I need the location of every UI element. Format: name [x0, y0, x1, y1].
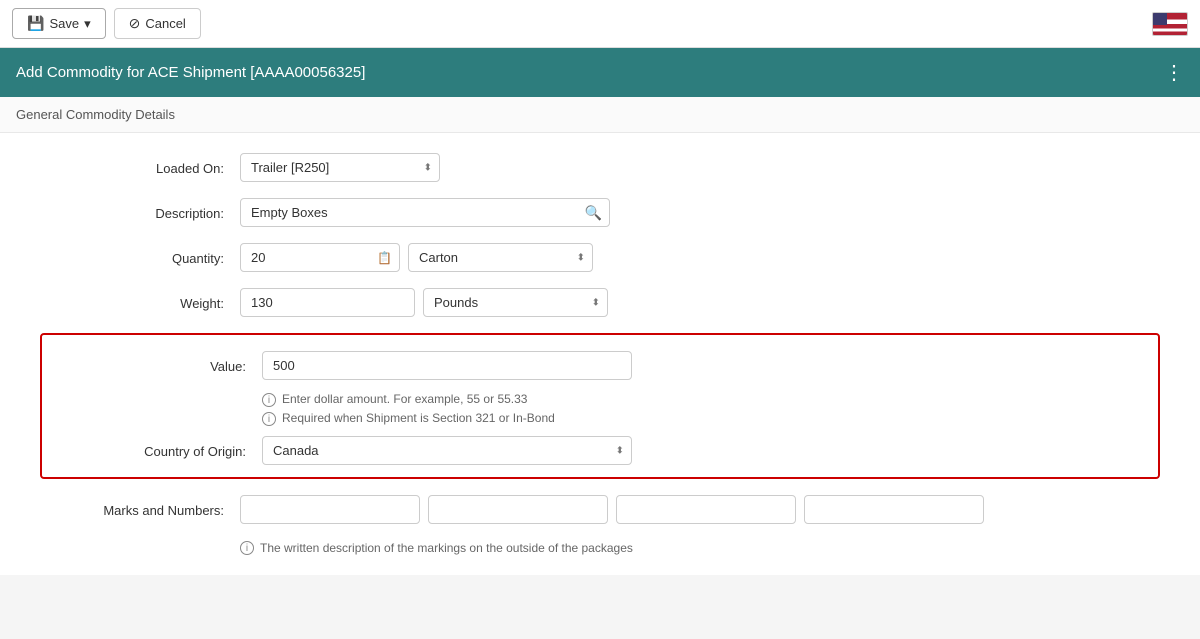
quantity-row: Quantity: 📋 Carton Box Pallet Kilogram ⬍	[0, 243, 1200, 272]
value-controls	[262, 351, 862, 380]
marks-input-1[interactable]	[240, 495, 420, 524]
weight-controls: Pounds Kilograms ⬍	[240, 288, 840, 317]
description-label: Description:	[40, 198, 240, 221]
weight-unit-wrap: Pounds Kilograms ⬍	[423, 288, 608, 317]
weight-label: Weight:	[40, 288, 240, 311]
country-row: Country of Origin: Canada United States …	[42, 436, 1158, 465]
description-wrap: 🔍	[240, 198, 610, 227]
description-controls: 🔍	[240, 198, 840, 227]
country-select[interactable]: Canada United States Mexico China	[262, 436, 632, 465]
marks-hint-icon: i	[240, 541, 254, 555]
value-input[interactable]	[262, 351, 632, 380]
value-hint2-row: i Required when Shipment is Section 321 …	[242, 411, 1158, 426]
flag-us	[1152, 12, 1188, 36]
form-area: Loaded On: Trailer [R250] Container Rail…	[0, 133, 1200, 575]
page-header: Add Commodity for ACE Shipment [AAAA0005…	[0, 48, 1200, 97]
save-icon: 💾	[27, 15, 44, 32]
marks-input-4[interactable]	[804, 495, 984, 524]
loaded-on-row: Loaded On: Trailer [R250] Container Rail…	[0, 153, 1200, 182]
value-row: Value:	[42, 351, 1158, 380]
value-hint1-text: Enter dollar amount. For example, 55 or …	[282, 392, 527, 406]
country-select-wrap: Canada United States Mexico China ⬍	[262, 436, 632, 465]
quantity-input[interactable]	[240, 243, 400, 272]
toolbar: 💾 Save ▾ ⊘ Cancel	[0, 0, 1200, 48]
marks-controls	[240, 495, 840, 524]
value-hint2-icon: i	[262, 412, 276, 426]
marks-hint-row: i The written description of the marking…	[200, 540, 1200, 555]
description-input[interactable]	[240, 198, 610, 227]
page-title: Add Commodity for ACE Shipment [AAAA0005…	[16, 64, 365, 81]
quantity-input-wrap: 📋	[240, 243, 400, 272]
cancel-icon: ⊘	[129, 15, 141, 32]
marks-input-3[interactable]	[616, 495, 796, 524]
loaded-on-label: Loaded On:	[40, 153, 240, 176]
quantity-unit-wrap: Carton Box Pallet Kilogram ⬍	[408, 243, 593, 272]
more-menu-icon[interactable]: ⋮	[1164, 60, 1184, 85]
description-row: Description: 🔍	[0, 198, 1200, 227]
cancel-button[interactable]: ⊘ Cancel	[114, 8, 201, 39]
save-label: Save	[49, 16, 79, 31]
save-chevron: ▾	[84, 16, 91, 32]
weight-unit-select[interactable]: Pounds Kilograms	[423, 288, 608, 317]
loaded-on-select-wrap: Trailer [R250] Container Rail Car ⬍	[240, 153, 440, 182]
marks-row: Marks and Numbers:	[0, 495, 1200, 524]
toolbar-actions: 💾 Save ▾ ⊘ Cancel	[12, 8, 201, 39]
section-title: General Commodity Details	[0, 97, 1200, 133]
save-button[interactable]: 💾 Save ▾	[12, 8, 106, 39]
loaded-on-controls: Trailer [R250] Container Rail Car ⬍	[240, 153, 840, 182]
marks-hint-text: The written description of the markings …	[260, 541, 633, 555]
country-label: Country of Origin:	[62, 436, 262, 459]
weight-row: Weight: Pounds Kilograms ⬍	[0, 288, 1200, 317]
value-label: Value:	[62, 351, 262, 374]
value-hint2-text: Required when Shipment is Section 321 or…	[282, 411, 555, 425]
weight-input[interactable]	[240, 288, 415, 317]
highlighted-section: Value: i Enter dollar amount. For exampl…	[40, 333, 1160, 479]
marks-input-2[interactable]	[428, 495, 608, 524]
country-controls: Canada United States Mexico China ⬍	[262, 436, 862, 465]
value-hint1-icon: i	[262, 393, 276, 407]
quantity-label: Quantity:	[40, 243, 240, 266]
quantity-controls: 📋 Carton Box Pallet Kilogram ⬍	[240, 243, 840, 272]
marks-label: Marks and Numbers:	[40, 495, 240, 518]
quantity-unit-select[interactable]: Carton Box Pallet Kilogram	[408, 243, 593, 272]
loaded-on-select[interactable]: Trailer [R250] Container Rail Car	[240, 153, 440, 182]
cancel-label: Cancel	[145, 16, 185, 31]
value-hint1-row: i Enter dollar amount. For example, 55 o…	[242, 392, 1158, 407]
